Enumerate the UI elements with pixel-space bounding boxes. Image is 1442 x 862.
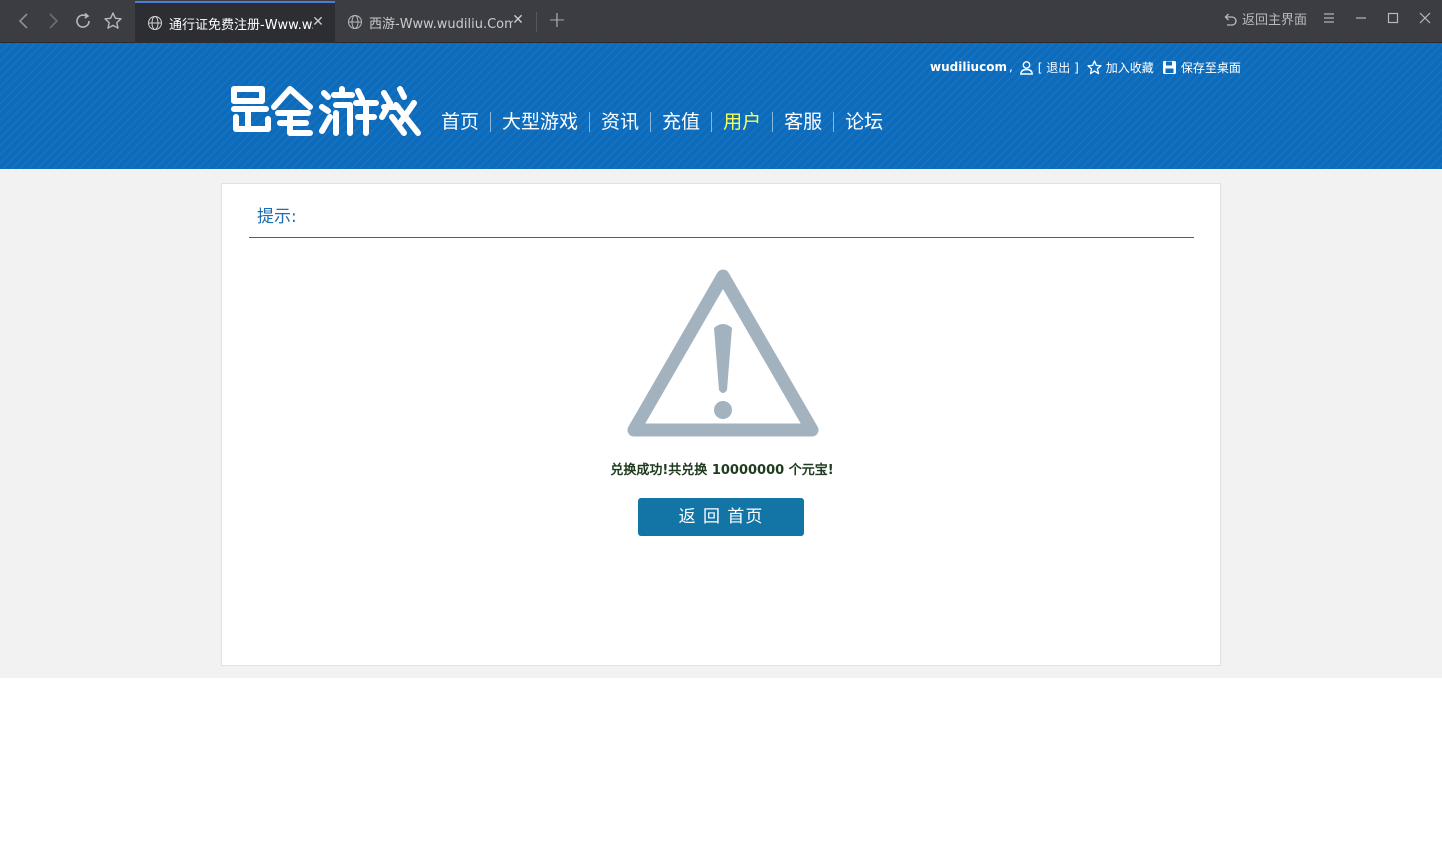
nav-divider: [589, 112, 591, 132]
maximize-icon[interactable]: [1383, 8, 1403, 28]
menu-icon[interactable]: [1319, 8, 1339, 28]
username-label: wudiliucom: [930, 60, 1007, 74]
new-tab-button[interactable]: +: [546, 10, 568, 32]
site-logo[interactable]: [228, 83, 434, 139]
nav-divider: [650, 112, 652, 132]
nav-news[interactable]: 资讯: [601, 109, 639, 135]
site-header: wudiliucom , [ 退出 ] 加入收藏 保存至桌面 首页 大型游戏 资…: [0, 43, 1442, 169]
user-links: wudiliucom , [ 退出 ] 加入收藏 保存至桌面: [930, 59, 1241, 76]
minimize-icon[interactable]: [1351, 8, 1371, 28]
tab-title: 西游-Www.wudiliu.Com: [369, 16, 513, 32]
nav-home[interactable]: 首页: [441, 109, 479, 135]
title-divider: [249, 237, 1194, 238]
undo-icon: [1224, 13, 1237, 26]
back-home-button[interactable]: 返 回 首页: [638, 498, 804, 536]
globe-icon: [348, 15, 362, 29]
nav-games[interactable]: 大型游戏: [502, 109, 578, 135]
star-icon[interactable]: [101, 9, 125, 33]
nav-divider: [833, 112, 835, 132]
close-tab-icon[interactable]: ✕: [511, 13, 525, 27]
nav-divider: [490, 112, 492, 132]
save-disk-icon: [1162, 60, 1176, 74]
nav-forum[interactable]: 论坛: [845, 109, 883, 135]
save-desktop-link[interactable]: 保存至桌面: [1181, 59, 1241, 76]
nav-user[interactable]: 用户: [723, 109, 761, 135]
warning-triangle-icon: [627, 269, 819, 437]
tab-active[interactable]: 通行证免费注册-Www.w... ✕: [135, 1, 335, 43]
notice-message: 兑换成功!共兑换 10000000 个元宝!: [610, 463, 834, 478]
logout-link[interactable]: [ 退出 ]: [1038, 59, 1079, 76]
nav-divider: [772, 112, 774, 132]
add-favorite-link[interactable]: 加入收藏: [1106, 59, 1154, 76]
nav-divider: [711, 112, 713, 132]
forward-arrow-icon[interactable]: [41, 9, 65, 33]
return-home-button[interactable]: 返回主界面: [1222, 9, 1307, 28]
notice-card: 提示: 兑换成功!共兑换 10000000 个元宝! 返 回 首页: [221, 183, 1221, 666]
browser-toolbar: 通行证免费注册-Www.w... ✕ 西游-Www.wudiliu.Com ✕ …: [0, 0, 1442, 43]
close-icon[interactable]: [1415, 8, 1435, 28]
tab-inactive[interactable]: 西游-Www.wudiliu.Com ✕: [335, 1, 535, 43]
return-home-label: 返回主界面: [1242, 13, 1308, 28]
tab-title: 通行证免费注册-Www.w...: [169, 17, 313, 33]
star-icon: [1087, 59, 1102, 74]
reload-icon[interactable]: [71, 9, 95, 33]
main-nav: 首页 大型游戏 资讯 充值 用户 客服 论坛: [441, 109, 883, 135]
nav-service[interactable]: 客服: [784, 109, 822, 135]
user-icon: [1019, 60, 1033, 75]
close-tab-icon[interactable]: ✕: [311, 15, 325, 29]
back-arrow-icon[interactable]: [12, 9, 36, 33]
globe-icon: [148, 16, 162, 30]
web-page: wudiliucom , [ 退出 ] 加入收藏 保存至桌面 首页 大型游戏 资…: [0, 43, 1442, 862]
nav-recharge[interactable]: 充值: [662, 109, 700, 135]
tab-divider: [536, 12, 537, 32]
notice-title: 提示:: [257, 207, 297, 227]
